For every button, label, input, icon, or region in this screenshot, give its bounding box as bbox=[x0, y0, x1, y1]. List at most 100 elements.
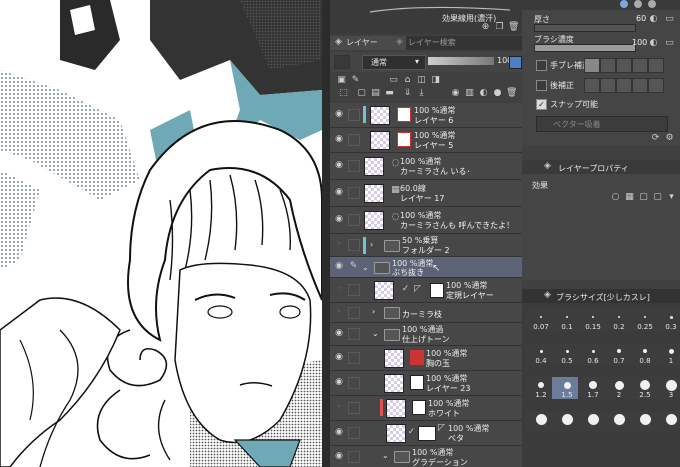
brush-size-option[interactable] bbox=[656, 411, 680, 433]
eye-icon[interactable]: · bbox=[333, 307, 345, 319]
eye-icon[interactable]: ◉ bbox=[333, 214, 345, 226]
stabilization-step[interactable] bbox=[648, 58, 664, 73]
layer-dark-icon[interactable]: ● bbox=[492, 88, 503, 99]
folder-row[interactable]: ◉ ⌄ 100 %通過 仕上げトーン bbox=[330, 323, 522, 346]
post-correction-step[interactable] bbox=[584, 78, 600, 93]
panel-splitter[interactable] bbox=[322, 0, 330, 467]
reference-icon[interactable]: ✎ bbox=[350, 75, 361, 86]
eye-icon[interactable]: ◉ bbox=[333, 261, 345, 273]
clip-below-icon[interactable]: ▥ bbox=[464, 88, 475, 99]
stabilization-step[interactable] bbox=[584, 58, 600, 73]
layer-row[interactable]: ◉ 100 %通常 レイヤー 6 bbox=[330, 103, 522, 128]
copy-brush-icon[interactable]: ❐ bbox=[494, 22, 505, 33]
lock-icon[interactable]: ⌂ bbox=[402, 75, 413, 86]
layer-row[interactable]: ◉ 100 %通常 レイヤー 23 bbox=[330, 371, 522, 396]
folder-expand-icon[interactable]: › bbox=[370, 240, 373, 249]
layer-check-icon[interactable] bbox=[348, 402, 360, 414]
layer-check-icon[interactable] bbox=[348, 427, 360, 439]
folder-collapse-icon[interactable]: ⌄ bbox=[382, 451, 389, 460]
merge-down-icon[interactable]: ⤓ bbox=[416, 88, 427, 99]
eye-icon[interactable]: ◉ bbox=[333, 187, 345, 199]
wrench-icon[interactable]: ⚙ bbox=[664, 133, 675, 144]
folder-collapse-icon[interactable]: ⌄ bbox=[372, 329, 379, 338]
apply-mask-icon[interactable]: ◐ bbox=[478, 88, 489, 99]
vector-erase-row[interactable]: ベクター吸着 bbox=[536, 116, 668, 132]
layer-row[interactable]: ◉ 100 %通常 レイヤー 5 bbox=[330, 128, 522, 153]
effect-menu-icon[interactable]: ▢ bbox=[652, 192, 663, 203]
mask-icon[interactable]: ◨ bbox=[430, 75, 441, 86]
opacity-slider[interactable] bbox=[428, 57, 494, 65]
layer-check-icon[interactable] bbox=[348, 187, 360, 199]
settings-icon[interactable]: ▭ bbox=[664, 38, 675, 49]
layer-check-icon[interactable] bbox=[348, 160, 360, 172]
layer-row[interactable]: ◉ ◌ 100 %通常 カーミラさんも 呼んできたよ！ bbox=[330, 207, 522, 234]
brush-preview-strip[interactable]: 効果線用(濃汗) ⊕ ❐ 🗑 bbox=[330, 0, 522, 34]
delete-brush-icon[interactable]: 🗑 bbox=[508, 22, 519, 33]
layer-check-icon[interactable] bbox=[348, 134, 360, 146]
post-correction-checkbox[interactable] bbox=[536, 80, 547, 91]
brush-density-slider[interactable] bbox=[534, 44, 636, 52]
layer-row[interactable]: ◉ ◌ 100 %通常 カーミラさん いる･ bbox=[330, 153, 522, 180]
layer-row[interactable]: ◉ ▦ 60.0線 レイヤー 17 bbox=[330, 180, 522, 207]
clip-icon[interactable]: ▣ bbox=[336, 75, 347, 86]
layer-row[interactable]: · ✓ ◸ 100 %通常 定規レイヤー bbox=[330, 278, 522, 303]
blend-mode-select[interactable]: 通常 ▾ bbox=[362, 55, 426, 70]
eye-icon[interactable]: ◉ bbox=[333, 134, 345, 146]
eye-icon[interactable]: ◉ bbox=[333, 109, 345, 121]
chevron-down-icon[interactable]: ▾ bbox=[666, 192, 677, 203]
post-correction-step[interactable] bbox=[648, 78, 664, 93]
brush-size-option[interactable]: 3 bbox=[656, 377, 680, 399]
folder-row-selected[interactable]: ◉ ✎ ⌄ 100 %通常 ぶち抜き ↖ bbox=[330, 257, 522, 278]
eye-icon[interactable]: · bbox=[333, 284, 345, 296]
eye-icon[interactable]: ◉ bbox=[333, 377, 345, 389]
stabilization-checkbox[interactable] bbox=[536, 60, 547, 71]
eye-icon[interactable]: ◉ bbox=[333, 427, 345, 439]
folder-row[interactable]: ◉ ⌄ 100 %通常 グラデーション bbox=[330, 446, 522, 467]
brush-tip-icon[interactable] bbox=[620, 0, 628, 8]
eye-icon[interactable]: ◉ bbox=[333, 328, 345, 340]
layer-check-icon[interactable] bbox=[348, 109, 360, 121]
eye-icon[interactable]: · bbox=[333, 402, 345, 414]
layer-row[interactable]: ◉ 100 %通常 胸の玉 bbox=[330, 346, 522, 371]
layer-check-icon[interactable] bbox=[348, 284, 360, 296]
layer-check-icon[interactable] bbox=[348, 352, 360, 364]
pressure-icon[interactable]: ◐ bbox=[648, 14, 659, 25]
new-raster-layer-icon[interactable]: ▢ bbox=[356, 88, 367, 99]
folder-row[interactable]: · › カーミラ枝 bbox=[330, 303, 522, 323]
delete-layer-icon[interactable]: 🗑 bbox=[506, 88, 517, 99]
layer-property-icon[interactable] bbox=[334, 55, 350, 69]
tone-effect-icon[interactable]: ▦ bbox=[624, 192, 635, 203]
layer-color-icon[interactable] bbox=[509, 56, 522, 69]
brush-size-option[interactable]: 0.3 bbox=[656, 309, 680, 331]
transfer-down-icon[interactable]: ⇓ bbox=[402, 88, 413, 99]
reset-icon[interactable]: ⟳ bbox=[650, 133, 661, 144]
ruler-icon[interactable]: ▭ bbox=[388, 75, 399, 86]
stabilization-step[interactable] bbox=[600, 58, 616, 73]
stabilization-step[interactable] bbox=[616, 58, 632, 73]
brush-size-title[interactable]: ブラシサイズ[少しカスレ] bbox=[556, 292, 650, 303]
transparent-lock-icon[interactable]: ◫ bbox=[416, 75, 427, 86]
folder-collapse-icon[interactable]: ⌄ bbox=[362, 263, 369, 272]
stabilization-step[interactable] bbox=[632, 58, 648, 73]
layer-row[interactable]: · 100 %通常 ホワイト bbox=[330, 396, 522, 421]
brush-size-option[interactable]: 1 bbox=[656, 343, 680, 365]
color-effect-icon[interactable]: ▢ bbox=[638, 192, 649, 203]
border-effect-icon[interactable]: ○ bbox=[610, 192, 621, 203]
new-vector-layer-icon[interactable]: ▤ bbox=[370, 88, 381, 99]
thickness-slider[interactable] bbox=[534, 24, 636, 32]
pressure-icon[interactable]: ◐ bbox=[648, 38, 659, 49]
eye-icon[interactable]: ◉ bbox=[333, 352, 345, 364]
tab-layer-search[interactable]: レイヤー検索 bbox=[392, 36, 488, 50]
layer-check-icon[interactable] bbox=[348, 451, 360, 463]
eye-icon[interactable]: · bbox=[333, 239, 345, 251]
brush-tip-icon[interactable] bbox=[648, 0, 656, 8]
layer-row[interactable]: ◉ ✓ ◸ 100 %通常 ベタ bbox=[330, 421, 522, 446]
eye-icon[interactable]: ◉ bbox=[333, 451, 345, 463]
folder-row[interactable]: · › 50 %乗算 フォルダー 2 bbox=[330, 234, 522, 257]
layer-check-icon[interactable] bbox=[348, 214, 360, 226]
post-correction-step[interactable] bbox=[600, 78, 616, 93]
artwork-canvas[interactable] bbox=[0, 0, 322, 467]
post-correction-step[interactable] bbox=[616, 78, 632, 93]
snap-checkbox[interactable]: ✓ bbox=[536, 99, 547, 110]
layer-property-title[interactable]: レイヤープロパティ bbox=[558, 163, 629, 174]
